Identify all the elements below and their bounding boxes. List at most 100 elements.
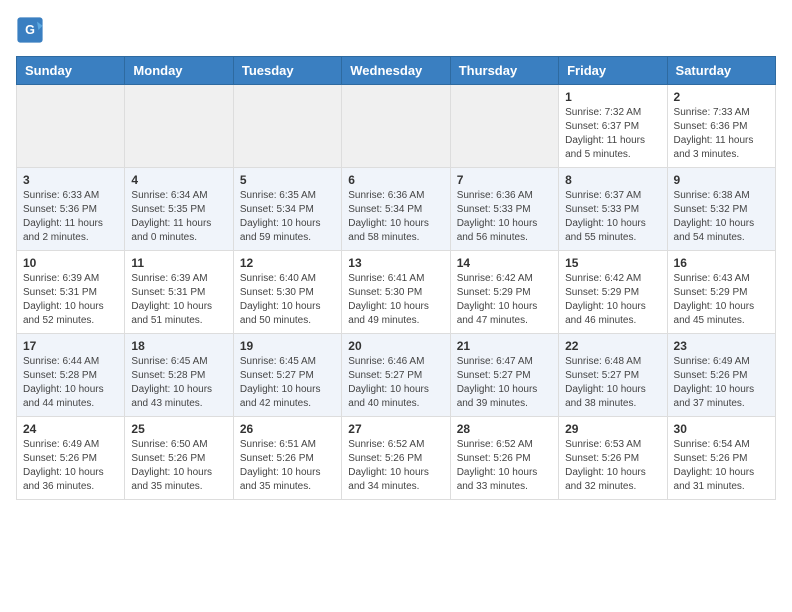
day-info: Sunrise: 6:47 AM Sunset: 5:27 PM Dayligh… <box>457 355 552 411</box>
day-info: Sunrise: 6:33 AM Sunset: 5:36 PM Dayligh… <box>23 189 118 245</box>
day-number: 25 <box>131 422 226 436</box>
day-number: 7 <box>457 173 552 187</box>
weekday-header: Monday <box>125 57 233 85</box>
day-number: 12 <box>240 256 335 270</box>
day-number: 4 <box>131 173 226 187</box>
calendar-cell: 18 Sunrise: 6:45 AM Sunset: 5:28 PM Dayli… <box>125 334 233 417</box>
day-number: 22 <box>565 339 660 353</box>
day-info: Sunrise: 6:46 AM Sunset: 5:27 PM Dayligh… <box>348 355 443 411</box>
day-number: 27 <box>348 422 443 436</box>
calendar-week-row: 1 Sunrise: 7:32 AM Sunset: 6:37 PM Daylig… <box>17 85 776 168</box>
calendar-cell: 11 Sunrise: 6:39 AM Sunset: 5:31 PM Dayli… <box>125 251 233 334</box>
day-info: Sunrise: 6:51 AM Sunset: 5:26 PM Dayligh… <box>240 438 335 494</box>
calendar-cell: 4 Sunrise: 6:34 AM Sunset: 5:35 PM Daylig… <box>125 168 233 251</box>
day-number: 10 <box>23 256 118 270</box>
weekday-header: Thursday <box>450 57 558 85</box>
calendar-cell: 5 Sunrise: 6:35 AM Sunset: 5:34 PM Daylig… <box>233 168 341 251</box>
day-number: 2 <box>674 90 769 104</box>
calendar-week-row: 10 Sunrise: 6:39 AM Sunset: 5:31 PM Dayli… <box>17 251 776 334</box>
day-info: Sunrise: 6:43 AM Sunset: 5:29 PM Dayligh… <box>674 272 769 328</box>
weekday-header: Wednesday <box>342 57 450 85</box>
calendar-cell <box>17 85 125 168</box>
day-info: Sunrise: 6:45 AM Sunset: 5:28 PM Dayligh… <box>131 355 226 411</box>
day-number: 5 <box>240 173 335 187</box>
calendar-cell: 26 Sunrise: 6:51 AM Sunset: 5:26 PM Dayli… <box>233 417 341 500</box>
day-info: Sunrise: 7:32 AM Sunset: 6:37 PM Dayligh… <box>565 106 660 162</box>
day-number: 26 <box>240 422 335 436</box>
day-number: 6 <box>348 173 443 187</box>
weekday-header: Saturday <box>667 57 775 85</box>
calendar-cell: 17 Sunrise: 6:44 AM Sunset: 5:28 PM Dayli… <box>17 334 125 417</box>
day-number: 18 <box>131 339 226 353</box>
calendar-cell: 16Sunrise: 6:43 AM Sunset: 5:29 PM Dayli… <box>667 251 775 334</box>
day-info: Sunrise: 6:35 AM Sunset: 5:34 PM Dayligh… <box>240 189 335 245</box>
day-number: 17 <box>23 339 118 353</box>
day-info: Sunrise: 6:38 AM Sunset: 5:32 PM Dayligh… <box>674 189 769 245</box>
day-info: Sunrise: 6:52 AM Sunset: 5:26 PM Dayligh… <box>348 438 443 494</box>
calendar-cell: 20 Sunrise: 6:46 AM Sunset: 5:27 PM Dayli… <box>342 334 450 417</box>
logo: G <box>16 16 48 44</box>
day-info: Sunrise: 6:39 AM Sunset: 5:31 PM Dayligh… <box>23 272 118 328</box>
day-info: Sunrise: 6:44 AM Sunset: 5:28 PM Dayligh… <box>23 355 118 411</box>
day-number: 24 <box>23 422 118 436</box>
calendar-cell: 30 Sunrise: 6:54 AM Sunset: 5:26 PM Dayli… <box>667 417 775 500</box>
day-number: 30 <box>674 422 769 436</box>
day-number: 29 <box>565 422 660 436</box>
day-info: Sunrise: 6:49 AM Sunset: 5:26 PM Dayligh… <box>674 355 769 411</box>
calendar-cell: 24 Sunrise: 6:49 AM Sunset: 5:26 PM Dayli… <box>17 417 125 500</box>
calendar-cell: 25 Sunrise: 6:50 AM Sunset: 5:26 PM Dayli… <box>125 417 233 500</box>
day-info: Sunrise: 6:54 AM Sunset: 5:26 PM Dayligh… <box>674 438 769 494</box>
calendar-week-row: 17 Sunrise: 6:44 AM Sunset: 5:28 PM Dayli… <box>17 334 776 417</box>
calendar: SundayMondayTuesdayWednesdayThursdayFrid… <box>16 56 776 500</box>
calendar-cell: 8 Sunrise: 6:37 AM Sunset: 5:33 PM Daylig… <box>559 168 667 251</box>
day-info: Sunrise: 6:45 AM Sunset: 5:27 PM Dayligh… <box>240 355 335 411</box>
calendar-cell: 12 Sunrise: 6:40 AM Sunset: 5:30 PM Dayli… <box>233 251 341 334</box>
calendar-cell: 10 Sunrise: 6:39 AM Sunset: 5:31 PM Dayli… <box>17 251 125 334</box>
calendar-cell: 21Sunrise: 6:47 AM Sunset: 5:27 PM Dayli… <box>450 334 558 417</box>
calendar-cell: 28 Sunrise: 6:52 AM Sunset: 5:26 PM Dayli… <box>450 417 558 500</box>
calendar-cell: 3 Sunrise: 6:33 AM Sunset: 5:36 PM Daylig… <box>17 168 125 251</box>
calendar-cell <box>342 85 450 168</box>
day-info: Sunrise: 6:53 AM Sunset: 5:26 PM Dayligh… <box>565 438 660 494</box>
day-info: Sunrise: 6:42 AM Sunset: 5:29 PM Dayligh… <box>565 272 660 328</box>
calendar-cell: 23Sunrise: 6:49 AM Sunset: 5:26 PM Dayli… <box>667 334 775 417</box>
logo-icon: G <box>16 16 44 44</box>
day-info: Sunrise: 6:41 AM Sunset: 5:30 PM Dayligh… <box>348 272 443 328</box>
weekday-header: Friday <box>559 57 667 85</box>
day-number: 20 <box>348 339 443 353</box>
day-info: Sunrise: 6:48 AM Sunset: 5:27 PM Dayligh… <box>565 355 660 411</box>
calendar-cell: 14Sunrise: 6:42 AM Sunset: 5:29 PM Dayli… <box>450 251 558 334</box>
calendar-cell: 27 Sunrise: 6:52 AM Sunset: 5:26 PM Dayli… <box>342 417 450 500</box>
calendar-cell: 7 Sunrise: 6:36 AM Sunset: 5:33 PM Daylig… <box>450 168 558 251</box>
day-number: 19 <box>240 339 335 353</box>
weekday-header: Sunday <box>17 57 125 85</box>
day-number: 28 <box>457 422 552 436</box>
day-info: Sunrise: 6:36 AM Sunset: 5:33 PM Dayligh… <box>457 189 552 245</box>
calendar-cell <box>233 85 341 168</box>
day-number: 9 <box>674 173 769 187</box>
calendar-cell <box>125 85 233 168</box>
calendar-cell: 13 Sunrise: 6:41 AM Sunset: 5:30 PM Dayli… <box>342 251 450 334</box>
day-info: Sunrise: 6:50 AM Sunset: 5:26 PM Dayligh… <box>131 438 226 494</box>
calendar-cell: 2Sunrise: 7:33 AM Sunset: 6:36 PM Daylig… <box>667 85 775 168</box>
day-number: 3 <box>23 173 118 187</box>
calendar-cell: 6 Sunrise: 6:36 AM Sunset: 5:34 PM Daylig… <box>342 168 450 251</box>
calendar-header-row: SundayMondayTuesdayWednesdayThursdayFrid… <box>17 57 776 85</box>
day-number: 1 <box>565 90 660 104</box>
calendar-week-row: 24 Sunrise: 6:49 AM Sunset: 5:26 PM Dayli… <box>17 417 776 500</box>
day-number: 11 <box>131 256 226 270</box>
day-info: Sunrise: 6:40 AM Sunset: 5:30 PM Dayligh… <box>240 272 335 328</box>
calendar-week-row: 3 Sunrise: 6:33 AM Sunset: 5:36 PM Daylig… <box>17 168 776 251</box>
day-info: Sunrise: 6:52 AM Sunset: 5:26 PM Dayligh… <box>457 438 552 494</box>
day-number: 8 <box>565 173 660 187</box>
calendar-cell: 9 Sunrise: 6:38 AM Sunset: 5:32 PM Daylig… <box>667 168 775 251</box>
calendar-cell: 29 Sunrise: 6:53 AM Sunset: 5:26 PM Dayli… <box>559 417 667 500</box>
day-info: Sunrise: 6:37 AM Sunset: 5:33 PM Dayligh… <box>565 189 660 245</box>
day-info: Sunrise: 6:36 AM Sunset: 5:34 PM Dayligh… <box>348 189 443 245</box>
day-number: 13 <box>348 256 443 270</box>
day-info: Sunrise: 6:34 AM Sunset: 5:35 PM Dayligh… <box>131 189 226 245</box>
day-info: Sunrise: 6:39 AM Sunset: 5:31 PM Dayligh… <box>131 272 226 328</box>
day-info: Sunrise: 6:49 AM Sunset: 5:26 PM Dayligh… <box>23 438 118 494</box>
day-number: 14 <box>457 256 552 270</box>
calendar-cell: 19 Sunrise: 6:45 AM Sunset: 5:27 PM Dayli… <box>233 334 341 417</box>
